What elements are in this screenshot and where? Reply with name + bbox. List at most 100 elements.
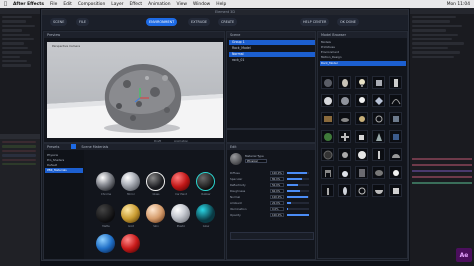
environment-button[interactable]: ENVIRONMENT bbox=[146, 18, 178, 26]
model-thumb-head[interactable] bbox=[338, 76, 351, 89]
model-thumb-plant[interactable] bbox=[321, 130, 334, 143]
scene-row-group[interactable]: Group 1 bbox=[229, 40, 315, 45]
help-center-button[interactable]: HELP CENTER bbox=[300, 18, 330, 26]
ok-done-button[interactable]: OK DONE bbox=[337, 18, 359, 26]
attr-slider-opacity[interactable] bbox=[287, 214, 309, 216]
material-plastic[interactable] bbox=[171, 204, 190, 223]
material-type-dropdown[interactable]: Physical bbox=[245, 159, 267, 163]
scene-row-model[interactable]: Rock_Model bbox=[229, 46, 315, 51]
attr-slider-roughness[interactable] bbox=[287, 190, 309, 192]
material-rubber[interactable] bbox=[196, 172, 215, 191]
model-thumb-stone[interactable] bbox=[372, 166, 385, 179]
model-thumb-ring[interactable] bbox=[372, 112, 385, 125]
scene-row-normal[interactable]: Normal bbox=[229, 52, 315, 57]
menu-layer[interactable]: Layer bbox=[111, 2, 123, 7]
attr-value-diffuse[interactable]: 100.0% bbox=[270, 171, 284, 175]
model-thumb-box[interactable] bbox=[389, 112, 402, 125]
tree-item-default[interactable]: Default bbox=[47, 163, 57, 167]
browser-folder-primitives[interactable]: Primitives bbox=[321, 45, 335, 49]
model-thumb-tire[interactable] bbox=[321, 148, 334, 161]
menu-animation[interactable]: Animation bbox=[148, 2, 170, 7]
attr-value-normal[interactable]: 100.0% bbox=[270, 195, 284, 199]
menu-help[interactable]: Help bbox=[216, 2, 226, 7]
menu-app-name[interactable]: After Effects bbox=[13, 2, 44, 7]
model-thumb-spike[interactable] bbox=[372, 130, 385, 143]
model-thumb-cable[interactable] bbox=[389, 94, 402, 107]
browser-folder-environment[interactable]: Environment bbox=[321, 50, 339, 54]
attr-slider-reflectivity[interactable] bbox=[287, 184, 309, 186]
attr-value-ambient[interactable]: 20.0% bbox=[270, 201, 284, 205]
material-skin[interactable] bbox=[146, 204, 165, 223]
create-button[interactable]: CREATE bbox=[218, 18, 238, 26]
model-thumb-drop[interactable] bbox=[338, 166, 351, 179]
menu-view[interactable]: View bbox=[177, 2, 187, 7]
model-thumb-shape[interactable] bbox=[372, 76, 385, 89]
model-thumb-bulb2[interactable] bbox=[355, 94, 368, 107]
model-thumb-phone[interactable] bbox=[389, 76, 402, 89]
model-thumb-pebble[interactable] bbox=[338, 112, 351, 125]
model-thumb-orb[interactable] bbox=[338, 94, 351, 107]
menu-effect[interactable]: Effect bbox=[130, 2, 143, 7]
material-chrome[interactable] bbox=[96, 172, 115, 191]
apple-icon[interactable]:  bbox=[4, 1, 7, 7]
model-thumb-leaf[interactable] bbox=[338, 184, 351, 197]
model-thumb-sphere[interactable] bbox=[321, 94, 334, 107]
model-thumb-barrel[interactable] bbox=[355, 166, 368, 179]
model-thumb-gem[interactable] bbox=[372, 94, 385, 107]
scene-row-rock[interactable]: rock_01 bbox=[229, 58, 315, 63]
model-thumb-helmet[interactable] bbox=[321, 76, 334, 89]
material-glow[interactable] bbox=[196, 204, 215, 223]
model-thumb-chair[interactable] bbox=[321, 166, 334, 179]
material-blue-paint[interactable] bbox=[96, 234, 115, 253]
model-thumb-knot[interactable] bbox=[355, 184, 368, 197]
material-red-paint[interactable] bbox=[121, 234, 140, 253]
model-thumb-crate[interactable] bbox=[321, 112, 334, 125]
attr-value-reflectivity[interactable]: 50.0% bbox=[270, 183, 284, 187]
model-thumb-bulb[interactable] bbox=[355, 76, 368, 89]
add-preset-icon[interactable] bbox=[71, 144, 76, 149]
attr-slider-illumination[interactable] bbox=[287, 208, 309, 210]
extrude-button[interactable]: EXTRUDE bbox=[188, 18, 211, 26]
model-thumb-coin[interactable] bbox=[338, 148, 351, 161]
material-gold[interactable] bbox=[121, 204, 140, 223]
menu-composition[interactable]: Composition bbox=[78, 2, 105, 7]
model-thumb-pearl[interactable] bbox=[389, 166, 402, 179]
browser-folder-models[interactable]: Models bbox=[321, 40, 331, 44]
model-thumb-stand[interactable] bbox=[321, 184, 334, 197]
menu-edit[interactable]: Edit bbox=[63, 2, 72, 7]
model-thumb-bowl[interactable] bbox=[372, 184, 385, 197]
attr-value-illumination[interactable]: 0.0% bbox=[270, 207, 284, 211]
material-mirror[interactable] bbox=[121, 172, 140, 191]
model-thumb-cross[interactable] bbox=[338, 130, 351, 143]
model-thumb-cup[interactable] bbox=[389, 130, 402, 143]
tree-item-pbr[interactable]: PBR_Materials bbox=[45, 168, 83, 173]
attr-slider-normal[interactable] bbox=[287, 196, 309, 198]
model-thumb-cube[interactable] bbox=[389, 184, 402, 197]
material-glass[interactable] bbox=[146, 172, 165, 191]
model-thumb-tube[interactable] bbox=[372, 148, 385, 161]
3d-viewport[interactable] bbox=[47, 42, 223, 138]
browser-folder-motion[interactable]: Motion_Design bbox=[321, 55, 342, 59]
tree-item-pro[interactable]: Pro_Shaders bbox=[47, 158, 64, 162]
attr-value-opacity[interactable]: 100.0% bbox=[270, 213, 284, 217]
menu-file[interactable]: File bbox=[50, 2, 57, 7]
attr-slider-specular[interactable] bbox=[287, 178, 309, 180]
model-thumb-ball[interactable] bbox=[355, 148, 368, 161]
tree-item-physical[interactable]: Physical bbox=[47, 153, 58, 157]
materials-tab[interactable]: Scene Materials bbox=[81, 144, 108, 150]
attr-value-specular[interactable]: 80.0% bbox=[270, 177, 284, 181]
material-carpaint[interactable] bbox=[171, 172, 190, 191]
attr-value-roughness[interactable]: 60.0% bbox=[270, 189, 284, 193]
menu-window[interactable]: Window bbox=[193, 2, 210, 7]
model-thumb-mug[interactable] bbox=[355, 130, 368, 143]
file-button[interactable]: FILE bbox=[76, 18, 89, 26]
basic-settings-group[interactable] bbox=[230, 232, 314, 240]
scene-button[interactable]: SCENE bbox=[50, 18, 68, 26]
model-thumb-dome[interactable] bbox=[389, 148, 402, 161]
browser-folder-selected[interactable]: Rock_Model bbox=[320, 61, 406, 66]
material-matte[interactable] bbox=[96, 204, 115, 223]
attr-slider-ambient[interactable] bbox=[287, 202, 309, 204]
material-label: Skin bbox=[153, 225, 159, 228]
attr-slider-diffuse[interactable] bbox=[287, 172, 309, 174]
model-thumb-lamp[interactable] bbox=[355, 112, 368, 125]
